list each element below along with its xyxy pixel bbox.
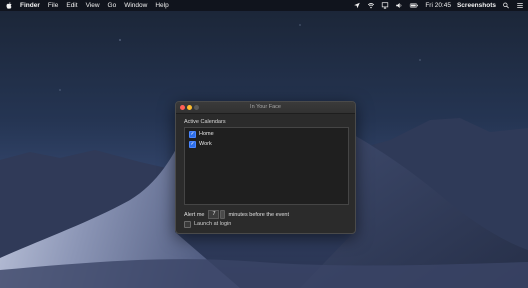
location-icon[interactable]: [353, 2, 361, 9]
alert-row: Alert me 7 minutes before the event: [184, 210, 289, 219]
control-center-icon[interactable]: [516, 2, 524, 9]
work-checkbox[interactable]: ✓: [189, 140, 196, 148]
desktop: Finder File Edit View Go Window Help Fri…: [0, 0, 528, 288]
menu-edit[interactable]: Edit: [66, 0, 77, 11]
volume-icon[interactable]: [395, 2, 403, 9]
battery-icon[interactable]: [409, 2, 419, 9]
launch-at-login-checkbox[interactable]: [184, 220, 191, 228]
menubar-clock[interactable]: Fri 20:45: [425, 0, 451, 11]
calendar-item-work[interactable]: ✓ Work: [189, 140, 212, 148]
alert-minutes-stepper[interactable]: [220, 210, 226, 219]
calendar-label-work: Work: [199, 141, 212, 147]
menu-view[interactable]: View: [86, 0, 100, 11]
menubar-screenshots-label[interactable]: Screenshots: [457, 0, 496, 11]
calendar-label-home: Home: [199, 131, 214, 137]
preferences-window: In Your Face Active Calendars ✓ Home ✓ W…: [175, 101, 356, 234]
search-icon[interactable]: [502, 2, 510, 9]
menu-bar: Finder File Edit View Go Window Help Fri…: [0, 0, 528, 11]
apple-menu-icon[interactable]: [6, 2, 12, 9]
active-calendars-heading: Active Calendars: [184, 119, 226, 125]
menu-help[interactable]: Help: [155, 0, 168, 11]
window-titlebar[interactable]: In Your Face: [176, 102, 355, 114]
calendar-list[interactable]: ✓ Home ✓ Work: [184, 127, 349, 205]
alert-minutes-field[interactable]: 7: [208, 210, 220, 219]
wifi-icon[interactable]: [367, 2, 375, 9]
window-title: In Your Face: [250, 104, 281, 110]
calendar-item-home[interactable]: ✓ Home: [189, 130, 214, 138]
menu-file[interactable]: File: [48, 0, 58, 11]
menu-app-finder[interactable]: Finder: [20, 0, 40, 11]
menu-window[interactable]: Window: [124, 0, 147, 11]
launch-at-login-label: Launch at login: [194, 221, 232, 227]
airplay-icon[interactable]: [381, 2, 389, 9]
launch-at-login-row[interactable]: Launch at login: [184, 220, 231, 228]
home-checkbox[interactable]: ✓: [189, 130, 196, 138]
alert-suffix-label: minutes before the event: [228, 211, 290, 218]
menu-go[interactable]: Go: [108, 0, 117, 11]
alert-prefix-label: Alert me: [184, 211, 205, 218]
